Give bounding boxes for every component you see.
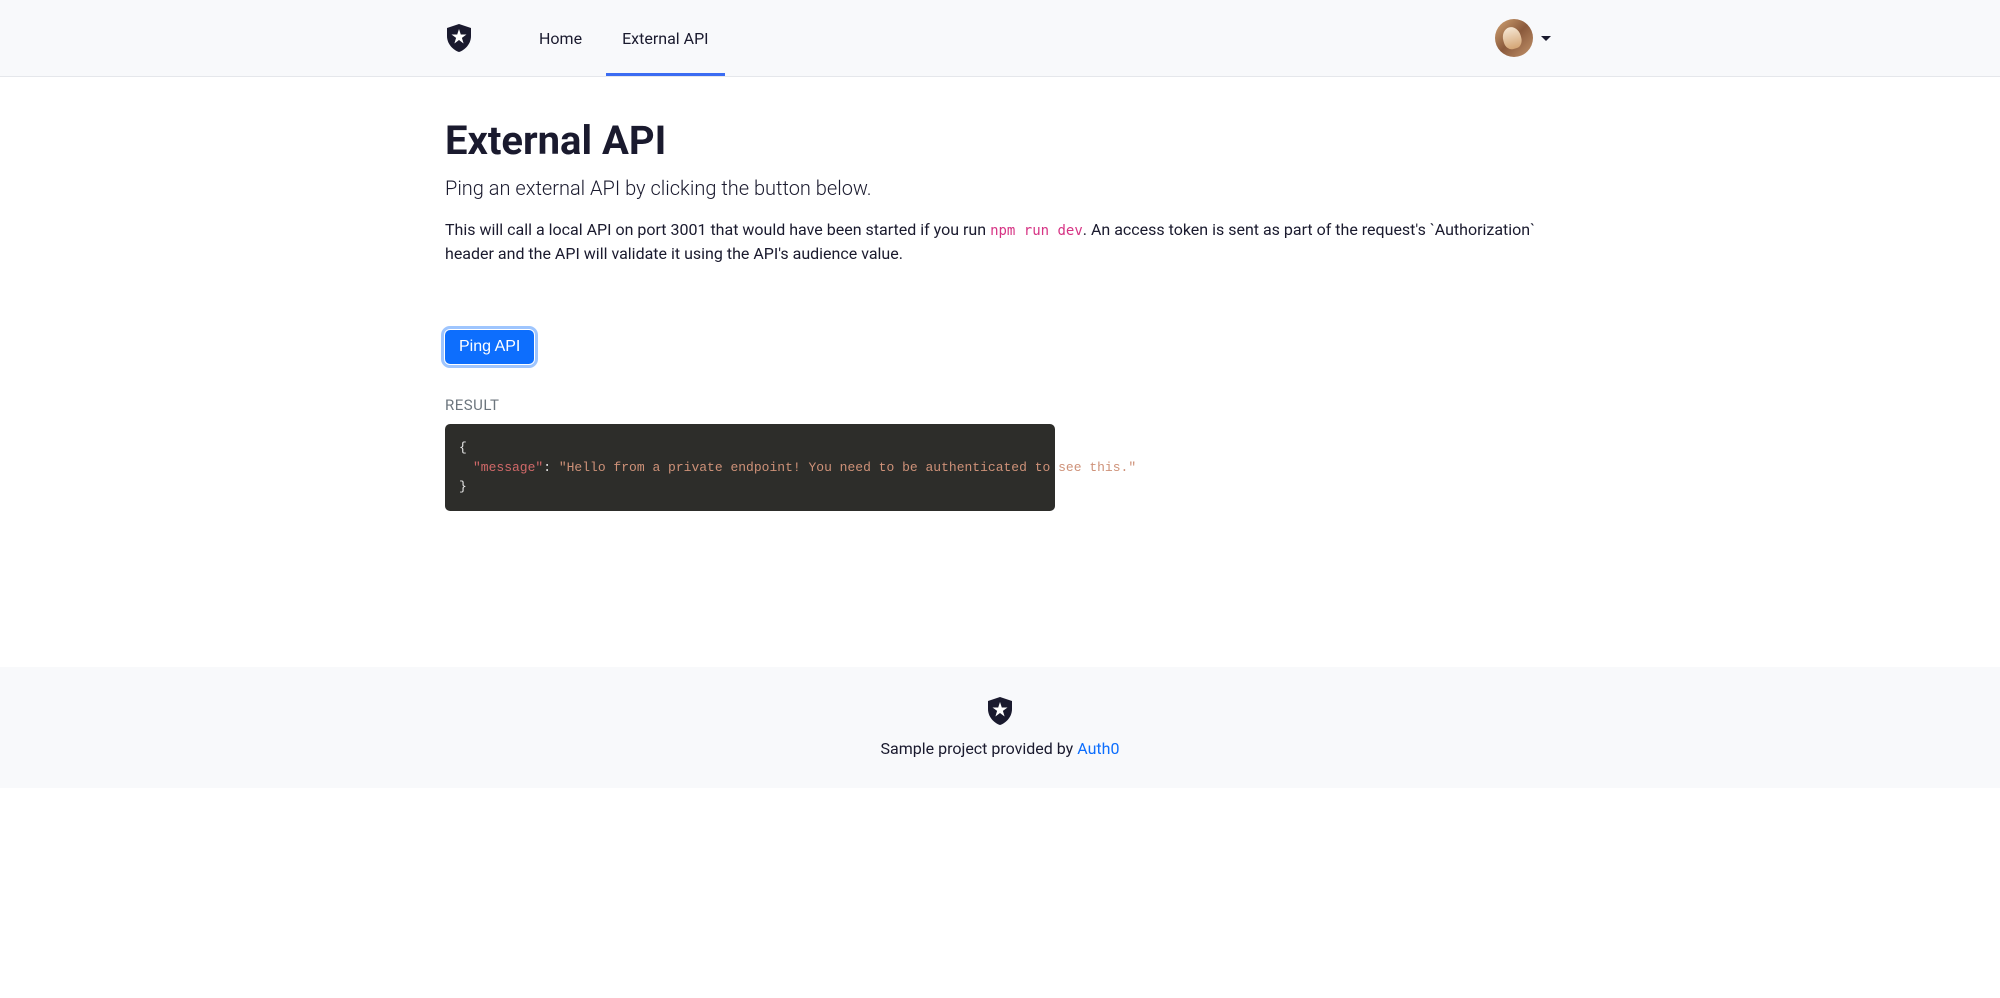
app-header: Home External API (0, 0, 2000, 77)
main-nav: Home External API (523, 19, 1491, 58)
profile-dropdown[interactable] (1491, 15, 1555, 61)
main-content: External API Ping an external API by cli… (430, 77, 1570, 667)
avatar (1495, 19, 1533, 57)
footer-auth0-link[interactable]: Auth0 (1077, 739, 1119, 758)
footer: Sample project provided by Auth0 (0, 667, 2000, 788)
caret-down-icon (1541, 36, 1551, 41)
footer-shield-logo-icon (986, 697, 1014, 725)
footer-prefix: Sample project provided by (881, 739, 1078, 758)
ping-api-button[interactable]: Ping API (445, 330, 534, 364)
json-colon: : (543, 460, 559, 475)
nav-link-external-api[interactable]: External API (606, 19, 724, 58)
header-inner: Home External API (430, 0, 1570, 76)
desc-code: npm run dev (990, 223, 1083, 239)
lead-text: Ping an external API by clicking the but… (445, 176, 1555, 200)
json-open-brace: { (459, 440, 467, 455)
result-json-block: { "message": "Hello from a private endpo… (445, 424, 1055, 511)
result-label: RESULT (445, 396, 1555, 414)
nav-link-home[interactable]: Home (523, 19, 598, 58)
footer-text: Sample project provided by Auth0 (0, 739, 2000, 758)
shield-logo-icon (445, 24, 473, 52)
desc-before: This will call a local API on port 3001 … (445, 220, 990, 239)
json-key: "message" (473, 460, 543, 475)
description-text: This will call a local API on port 3001 … (445, 218, 1555, 266)
json-value: "Hello from a private endpoint! You need… (559, 460, 1136, 475)
page-title: External API (445, 117, 1555, 164)
json-close-brace: } (459, 479, 467, 494)
